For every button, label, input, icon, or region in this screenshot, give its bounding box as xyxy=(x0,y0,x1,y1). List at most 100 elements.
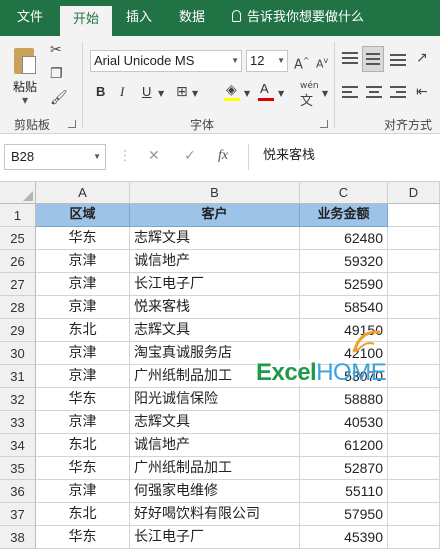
cell-amount[interactable]: 62480 xyxy=(300,227,388,250)
cell-customer[interactable]: 志辉文具 xyxy=(130,319,300,342)
cell-customer[interactable]: 诚信地产 xyxy=(130,250,300,273)
orientation-icon[interactable]: ↗ xyxy=(416,50,428,66)
cell-region[interactable]: 京津 xyxy=(36,342,130,365)
cell-region[interactable]: 京津 xyxy=(36,250,130,273)
select-all-button[interactable] xyxy=(0,182,36,204)
decrease-font-icon[interactable]: Av xyxy=(316,53,328,73)
chevron-down-icon[interactable]: ▼ xyxy=(244,86,250,102)
paste-button-label[interactable]: 粘贴 xyxy=(13,78,37,95)
font-name-select[interactable]: Arial Unicode MS ▼ xyxy=(90,50,242,72)
cell-region[interactable]: 华东 xyxy=(36,227,130,250)
cell[interactable] xyxy=(388,503,440,526)
fill-color-icon[interactable]: ◈ xyxy=(226,82,237,98)
column-header-b[interactable]: B xyxy=(130,182,300,204)
cell-region[interactable]: 京津 xyxy=(36,411,130,434)
row-header[interactable]: 37 xyxy=(0,503,36,526)
cell-amount[interactable]: 40530 xyxy=(300,411,388,434)
row-header[interactable]: 32 xyxy=(0,388,36,411)
cell-customer[interactable]: 悦来客栈 xyxy=(130,296,300,319)
format-painter-icon[interactable]: 🖌 xyxy=(50,90,68,106)
borders-icon[interactable]: ⊞ xyxy=(176,84,188,100)
header-cell-region[interactable]: 区域 xyxy=(36,204,130,227)
cell-region[interactable]: 华东 xyxy=(36,526,130,549)
cell-region[interactable]: 京津 xyxy=(36,365,130,388)
bold-button[interactable]: B xyxy=(96,84,105,99)
row-header[interactable]: 38 xyxy=(0,526,36,549)
cell[interactable] xyxy=(388,319,440,342)
insert-function-icon[interactable]: fx xyxy=(218,148,228,164)
cell-amount[interactable]: 61200 xyxy=(300,434,388,457)
cell[interactable] xyxy=(388,411,440,434)
column-header-a[interactable]: A xyxy=(36,182,130,204)
copy-icon[interactable]: ❐ xyxy=(50,66,63,82)
indent-icon[interactable]: ⇤ xyxy=(416,84,428,100)
cell-customer[interactable]: 好好喝饮料有限公司 xyxy=(130,503,300,526)
row-header[interactable]: 30 xyxy=(0,342,36,365)
tab-file[interactable]: 文件 xyxy=(6,0,54,36)
cell[interactable] xyxy=(388,526,440,549)
cell-amount[interactable]: 52870 xyxy=(300,457,388,480)
tab-home[interactable]: 开始 xyxy=(60,6,112,36)
increase-font-icon[interactable]: A^ xyxy=(294,53,310,73)
row-header[interactable]: 34 xyxy=(0,434,36,457)
header-cell-customer[interactable]: 客户 xyxy=(130,204,300,227)
row-header[interactable]: 31 xyxy=(0,365,36,388)
cell[interactable] xyxy=(388,227,440,250)
column-header-d[interactable]: D xyxy=(388,182,440,204)
cell-customer[interactable]: 诚信地产 xyxy=(130,434,300,457)
italic-button[interactable]: I xyxy=(120,84,124,100)
cell[interactable] xyxy=(388,434,440,457)
cell-amount[interactable]: 52590 xyxy=(300,273,388,296)
cell-amount[interactable]: 59320 xyxy=(300,250,388,273)
font-launcher-icon[interactable] xyxy=(320,120,328,128)
tab-data[interactable]: 数据 xyxy=(168,0,216,36)
row-header[interactable]: 33 xyxy=(0,411,36,434)
row-header[interactable]: 25 xyxy=(0,227,36,250)
paste-icon[interactable] xyxy=(12,44,38,74)
align-bottom-icon[interactable] xyxy=(390,50,406,68)
cell-region[interactable]: 华东 xyxy=(36,457,130,480)
cell-amount[interactable]: 45390 xyxy=(300,526,388,549)
cell[interactable] xyxy=(388,480,440,503)
align-center-icon[interactable] xyxy=(366,84,382,102)
cell[interactable] xyxy=(388,365,440,388)
row-header[interactable]: 26 xyxy=(0,250,36,273)
column-header-c[interactable]: C xyxy=(300,182,388,204)
cell-region[interactable]: 东北 xyxy=(36,503,130,526)
cell[interactable] xyxy=(388,342,440,365)
name-box[interactable]: B28 ▼ xyxy=(4,144,106,170)
cell-amount[interactable]: 58880 xyxy=(300,388,388,411)
cell-customer[interactable]: 广州纸制品加工 xyxy=(130,457,300,480)
cell[interactable] xyxy=(388,388,440,411)
cell-customer[interactable]: 志辉文具 xyxy=(130,411,300,434)
row-header[interactable]: 28 xyxy=(0,296,36,319)
header-cell-amount[interactable]: 业务金额 xyxy=(300,204,388,227)
cell-customer[interactable]: 志辉文具 xyxy=(130,227,300,250)
underline-button[interactable]: U xyxy=(142,84,151,99)
cell[interactable] xyxy=(388,273,440,296)
row-header[interactable]: 27 xyxy=(0,273,36,296)
formula-input[interactable]: 悦来客栈 xyxy=(248,144,438,170)
cell-customer[interactable]: 长江电子厂 xyxy=(130,273,300,296)
chevron-down-icon[interactable]: ▼ xyxy=(322,86,328,102)
cell-customer[interactable]: 长江电子厂 xyxy=(130,526,300,549)
align-middle-icon[interactable] xyxy=(362,46,384,72)
enter-icon[interactable]: ✓ xyxy=(184,148,196,164)
paste-dropdown-icon[interactable]: ▼ xyxy=(22,96,28,105)
cell-region[interactable]: 京津 xyxy=(36,296,130,319)
clipboard-launcher-icon[interactable] xyxy=(68,120,76,128)
tell-me-box[interactable]: 告诉我你想要做什么 xyxy=(232,0,364,36)
align-left-icon[interactable] xyxy=(342,84,358,102)
cell[interactable] xyxy=(388,204,440,227)
row-header[interactable]: 29 xyxy=(0,319,36,342)
font-size-select[interactable]: 12 ▼ xyxy=(246,50,288,72)
cell-customer[interactable]: 阳光诚信保险 xyxy=(130,388,300,411)
chevron-down-icon[interactable]: ▼ xyxy=(278,86,284,102)
cancel-icon[interactable]: ✕ xyxy=(148,148,160,164)
chevron-down-icon[interactable]: ▼ xyxy=(158,86,164,102)
cell[interactable] xyxy=(388,250,440,273)
row-header[interactable]: 35 xyxy=(0,457,36,480)
chevron-down-icon[interactable]: ▼ xyxy=(192,86,198,102)
cell-amount[interactable]: 55110 xyxy=(300,480,388,503)
tab-insert[interactable]: 插入 xyxy=(116,0,162,36)
